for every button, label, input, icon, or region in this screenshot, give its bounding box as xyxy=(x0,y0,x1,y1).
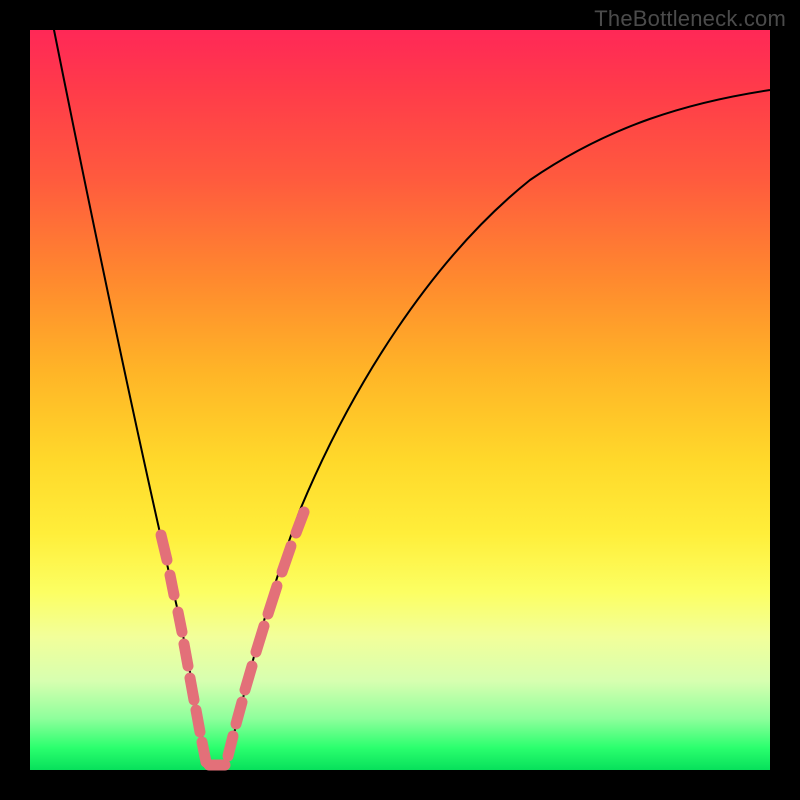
bead-cluster xyxy=(161,512,304,765)
chart-frame: TheBottleneck.com xyxy=(0,0,800,800)
plot-area xyxy=(30,30,770,770)
curve-svg xyxy=(30,30,770,770)
watermark-text: TheBottleneck.com xyxy=(594,6,786,32)
bottleneck-curve xyxy=(52,20,770,765)
